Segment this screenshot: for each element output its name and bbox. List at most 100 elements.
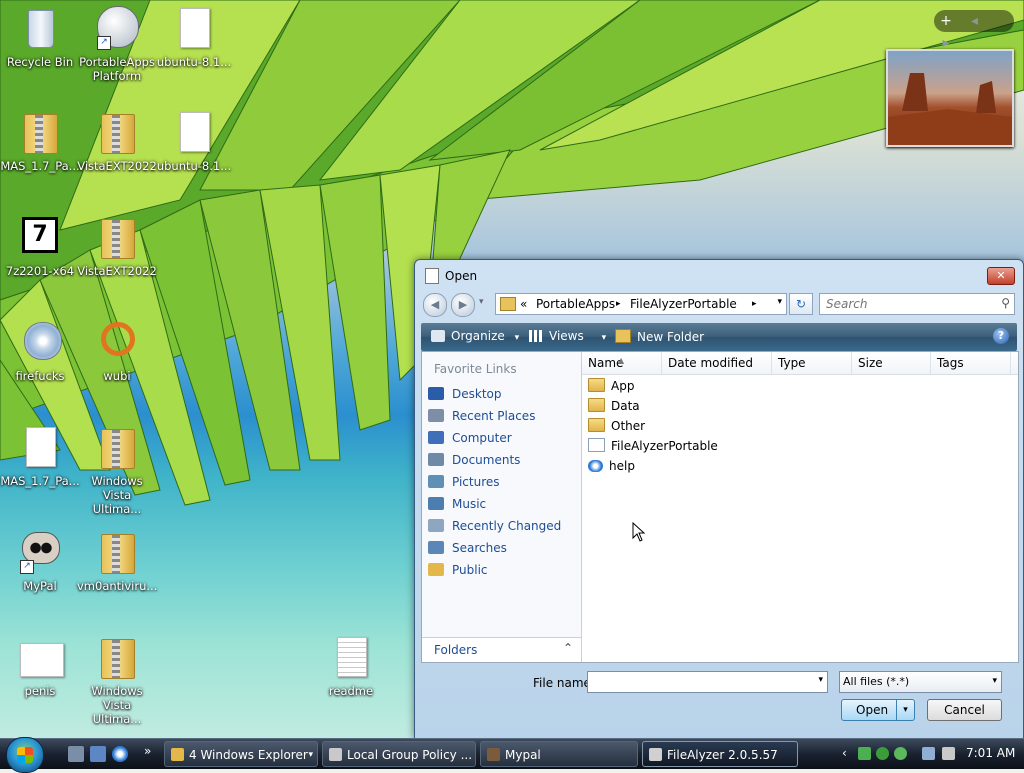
taskbar-button-windows-explorer[interactable]: 4 Windows Explorer ▾ xyxy=(164,741,318,767)
taskbar-button-mypal[interactable]: Mypal xyxy=(480,741,638,767)
new-folder-button[interactable]: New Folder xyxy=(615,329,704,344)
taskbar-button-label: Local Group Policy ... xyxy=(347,748,473,762)
desktop-icon-mypal[interactable]: ↗ MyPal xyxy=(0,528,80,616)
favorite-link-computer[interactable]: Computer xyxy=(428,428,512,448)
file-row-data[interactable]: Data xyxy=(588,396,640,416)
breadcrumb-separator[interactable]: ▸ xyxy=(752,299,757,309)
desktop-icon-recycle-bin[interactable]: Recycle Bin xyxy=(0,4,80,92)
navigation-row: ◀ ▶ ▾ « PortableApps ▸ FileAlyzerPortabl… xyxy=(423,293,1015,317)
internet-explorer-icon[interactable] xyxy=(112,746,128,762)
column-header-name[interactable]: ▲ Name xyxy=(582,352,662,374)
previous-gadget-button[interactable]: ◂ xyxy=(962,10,986,32)
column-header-type[interactable]: Type xyxy=(772,352,852,374)
help-button[interactable]: ? xyxy=(993,328,1009,344)
search-input[interactable] xyxy=(824,294,988,314)
update-icon[interactable] xyxy=(876,747,889,760)
favorite-link-label: Public xyxy=(452,563,488,577)
volume-muted-icon[interactable] xyxy=(942,747,955,760)
desktop-icon-mas-zip[interactable]: MAS_1.7_Pa... xyxy=(0,108,80,196)
address-bar[interactable]: « PortableApps ▸ FileAlyzerPortable ▸ ▾ xyxy=(495,293,787,315)
desktop-icon-firefucks[interactable]: firefucks xyxy=(0,318,80,406)
back-button[interactable]: ◀ xyxy=(423,293,447,317)
zip-folder-icon xyxy=(93,213,141,261)
taskbar-button-group-policy[interactable]: Local Group Policy ... xyxy=(322,741,476,767)
file-name: Other xyxy=(611,419,646,433)
folders-toggle-bar[interactable]: Folders ⌃ xyxy=(422,637,581,662)
column-header-tags[interactable]: Tags xyxy=(931,352,1011,374)
search-icon[interactable]: ⚲ xyxy=(1001,296,1010,310)
address-dropdown-button[interactable]: ▾ xyxy=(777,297,782,307)
desktop-icon-penis[interactable]: penis xyxy=(0,633,80,721)
taskbar-clock[interactable]: 7:01 AM xyxy=(966,746,1015,760)
desktop-icon-portableapps[interactable]: ↗ PortableApps Platform xyxy=(77,4,157,92)
organize-button[interactable]: Organize ▾ xyxy=(431,329,519,343)
cancel-button[interactable]: Cancel xyxy=(927,699,1002,721)
show-hidden-icons-button[interactable]: ‹ xyxy=(842,746,847,760)
favorite-link-recent-places[interactable]: Recent Places xyxy=(428,406,535,426)
desktop-icon-vista-ultimate-2[interactable]: Windows Vista Ultima... xyxy=(77,633,157,726)
file-row-help[interactable]: help xyxy=(588,456,635,476)
breadcrumb-portableapps[interactable]: PortableApps xyxy=(536,297,615,311)
chevron-up-icon[interactable]: ⌃ xyxy=(563,641,573,655)
favorite-link-label: Searches xyxy=(452,541,507,555)
open-button[interactable]: Open ▾ xyxy=(841,699,915,721)
shortcut-arrow-icon: ↗ xyxy=(20,560,34,574)
chevron-down-icon: ▾ xyxy=(992,676,997,686)
breadcrumb-separator[interactable]: ▸ xyxy=(616,299,621,309)
favorite-link-public[interactable]: Public xyxy=(428,560,488,580)
folder-icon xyxy=(500,297,516,311)
taskbar-button-filealyzer[interactable]: FileAlyzer 2.0.5.57 xyxy=(642,741,798,767)
desktop-icon-7zip[interactable]: 7 7z2201-x64 xyxy=(0,213,80,301)
forward-button[interactable]: ▶ xyxy=(451,293,475,317)
messenger-icon[interactable] xyxy=(894,747,907,760)
desktop-icon-readme[interactable]: readme xyxy=(311,633,391,721)
desktop-icon-vistaext-1[interactable]: VistaEXT2022 xyxy=(77,108,157,196)
desktop-icon-mas-doc[interactable]: MAS_1.7_Pa... xyxy=(0,423,80,511)
open-file-dialog: Open ✕ ◀ ▶ ▾ « PortableApps ▸ FileAlyzer… xyxy=(414,259,1024,739)
favorite-link-documents[interactable]: Documents xyxy=(428,450,520,470)
favorite-link-desktop[interactable]: Desktop xyxy=(428,384,502,404)
open-options-dropdown[interactable]: ▾ xyxy=(896,700,914,720)
desktop-icon-label: wubi xyxy=(103,369,131,383)
quick-launch-overflow-button[interactable]: » xyxy=(144,744,151,758)
file-name: help xyxy=(609,459,635,473)
text-document-icon xyxy=(327,633,375,681)
views-button[interactable]: Views ▾ xyxy=(529,329,606,343)
favorite-link-music[interactable]: Music xyxy=(428,494,486,514)
file-name-input[interactable] xyxy=(590,672,804,692)
desktop-icon-vistaext-2[interactable]: VistaEXT2022 xyxy=(77,213,157,301)
recent-pages-dropdown[interactable]: ▾ xyxy=(479,297,484,307)
breadcrumb-overflow[interactable]: « xyxy=(520,297,527,311)
close-button[interactable]: ✕ xyxy=(987,267,1015,285)
file-name-dropdown-button[interactable]: ▾ xyxy=(818,675,823,685)
favorite-link-recently-changed[interactable]: Recently Changed xyxy=(428,516,561,536)
add-gadget-button[interactable]: + xyxy=(934,10,958,32)
column-header-date-modified[interactable]: Date modified xyxy=(662,352,772,374)
file-row-filealyzerportable[interactable]: FileAlyzerPortable xyxy=(588,436,718,456)
desktop-icon-label: vm0antiviru... xyxy=(77,579,158,593)
search-box: ⚲ xyxy=(819,293,1015,315)
favorite-link-label: Music xyxy=(452,497,487,511)
show-desktop-icon[interactable] xyxy=(68,746,84,762)
group-policy-icon xyxy=(329,748,342,761)
desktop-icon-wubi[interactable]: wubi xyxy=(77,318,157,406)
column-header-size[interactable]: Size xyxy=(852,352,931,374)
desktop-icon-ubuntu-1[interactable]: ubuntu-8.1... xyxy=(154,4,234,92)
security-shield-icon[interactable] xyxy=(858,747,871,760)
zip-folder-icon xyxy=(93,108,141,156)
desktop-icon-ubuntu-2[interactable]: ubuntu-8.1... xyxy=(154,108,234,196)
desktop-icon-vm0antivirus[interactable]: vm0antiviru... xyxy=(77,528,157,616)
file-row-app[interactable]: App xyxy=(588,376,634,396)
desktop-icon-label: penis xyxy=(24,684,56,698)
file-row-other[interactable]: Other xyxy=(588,416,645,436)
dialog-titlebar[interactable]: Open ✕ xyxy=(415,260,1023,290)
slideshow-gadget[interactable] xyxy=(886,49,1014,147)
file-type-filter-select[interactable]: All files (*.*) ▾ xyxy=(839,671,1002,693)
network-icon[interactable] xyxy=(922,747,935,760)
favorite-link-searches[interactable]: Searches xyxy=(428,538,507,558)
switch-windows-icon[interactable] xyxy=(90,746,106,762)
breadcrumb-filealyzerportable[interactable]: FileAlyzerPortable xyxy=(630,297,737,311)
refresh-button[interactable]: ↻ xyxy=(789,293,813,315)
desktop-icon-vista-ultimate-1[interactable]: Windows Vista Ultima... xyxy=(77,423,157,516)
favorite-link-pictures[interactable]: Pictures xyxy=(428,472,500,492)
